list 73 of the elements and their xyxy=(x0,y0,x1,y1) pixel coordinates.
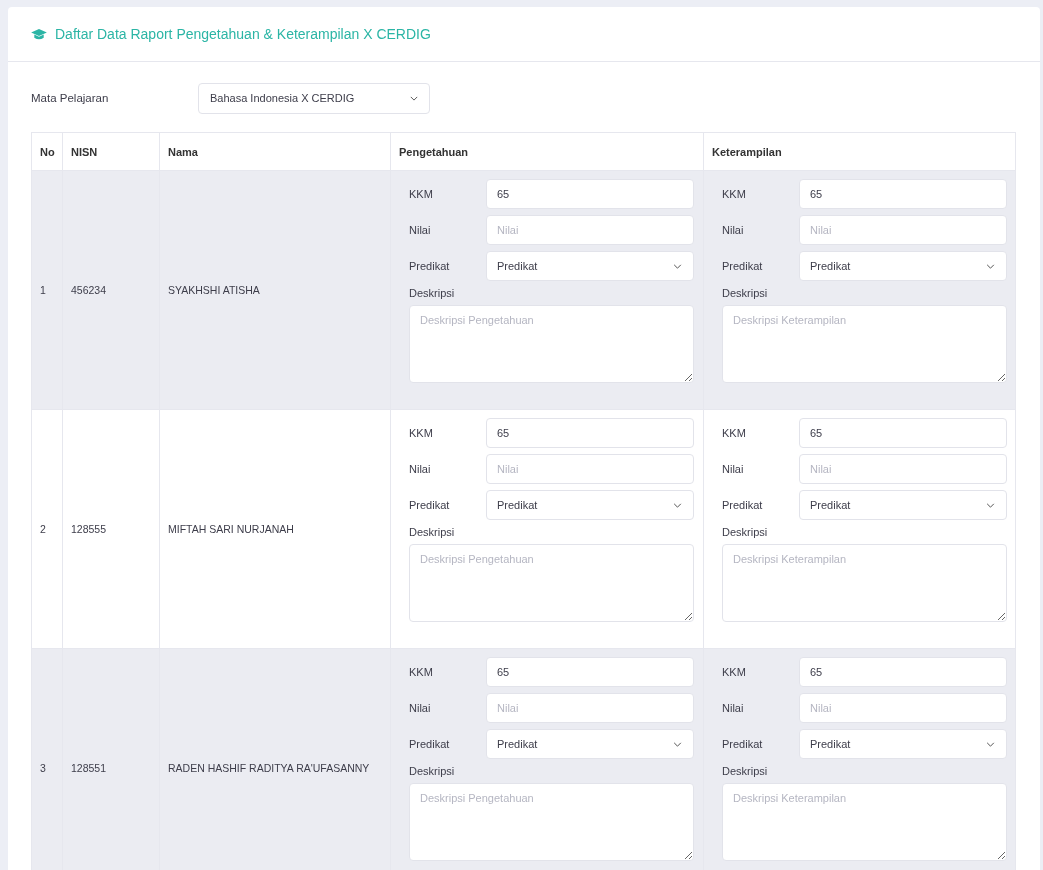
nilai-input[interactable]: Nilai xyxy=(799,215,1007,245)
nilai-input[interactable]: Nilai xyxy=(486,693,694,723)
field-label: Deskripsi xyxy=(722,287,769,299)
description-textarea[interactable]: Deskripsi Keterampilan xyxy=(722,783,1007,861)
predikat-select[interactable]: Predikat xyxy=(799,729,1007,759)
table-cell: RADEN HASHIF RADITYA RA'UFASANNY xyxy=(159,648,391,870)
column-header: No xyxy=(31,132,63,171)
card-title: Daftar Data Raport Pengetahuan & Keterampilan X CERDIG xyxy=(55,26,431,42)
field-label: Nilai xyxy=(409,463,432,475)
field-label: Deskripsi xyxy=(722,765,769,777)
predikat-select[interactable]: Predikat xyxy=(799,251,1007,281)
kkm-input[interactable]: 65 xyxy=(799,657,1007,687)
table-cell: 456234 xyxy=(62,170,160,410)
field-label: KKM xyxy=(409,666,434,678)
chevron-icon xyxy=(673,503,682,508)
field-label: KKM xyxy=(722,188,747,200)
field-label: KKM xyxy=(722,666,747,678)
description-textarea[interactable]: Deskripsi Pengetahuan xyxy=(409,544,694,622)
chevron-icon xyxy=(673,264,682,269)
field-label: KKM xyxy=(722,427,747,439)
nilai-input[interactable]: Nilai xyxy=(486,215,694,245)
subject-select[interactable]: Bahasa Indonesia X CERDIG xyxy=(198,82,430,114)
table-cell: 128551 xyxy=(62,648,160,870)
field-label: KKM xyxy=(409,427,434,439)
nilai-input[interactable]: Nilai xyxy=(799,693,1007,723)
chevron-icon xyxy=(986,503,995,508)
table-cell: 128555 xyxy=(62,409,160,649)
graduation-cap-icon xyxy=(31,28,47,40)
field-label: Predikat xyxy=(722,260,764,272)
field-label: Predikat xyxy=(409,738,451,750)
field-label: Nilai xyxy=(409,702,432,714)
field-label: Nilai xyxy=(722,463,745,475)
field-label: Nilai xyxy=(722,224,745,236)
field-label: Predikat xyxy=(409,260,451,272)
field-label: Predikat xyxy=(722,738,764,750)
table-cell: MIFTAH SARI NURJANAH xyxy=(159,409,391,649)
kkm-input[interactable]: 65 xyxy=(799,179,1007,209)
field-label: Deskripsi xyxy=(409,765,456,777)
predikat-select[interactable]: Predikat xyxy=(486,490,694,520)
field-label: Nilai xyxy=(409,224,432,236)
table-cell: 1 xyxy=(31,170,63,410)
field-label: Mata Pelajaran xyxy=(31,92,110,104)
column-header: Pengetahuan xyxy=(390,132,704,171)
kkm-input[interactable]: 65 xyxy=(486,418,694,448)
description-textarea[interactable]: Deskripsi Pengetahuan xyxy=(409,305,694,383)
kkm-input[interactable]: 65 xyxy=(486,179,694,209)
field-label: Predikat xyxy=(722,499,764,511)
predikat-select[interactable]: Predikat xyxy=(486,251,694,281)
table-cell: 2 xyxy=(31,409,63,649)
field-label: Nilai xyxy=(722,702,745,714)
nilai-input[interactable]: Nilai xyxy=(799,454,1007,484)
nilai-input[interactable]: Nilai xyxy=(486,454,694,484)
field-label: Predikat xyxy=(409,499,451,511)
chevron-icon xyxy=(986,264,995,269)
column-header: Keterampilan xyxy=(703,132,1016,171)
chevron-icon xyxy=(986,742,995,747)
field-label: KKM xyxy=(409,188,434,200)
predikat-select[interactable]: Predikat xyxy=(799,490,1007,520)
field-label: Deskripsi xyxy=(409,526,456,538)
field-label: Deskripsi xyxy=(409,287,456,299)
kkm-input[interactable]: 65 xyxy=(799,418,1007,448)
description-textarea[interactable]: Deskripsi Keterampilan xyxy=(722,544,1007,622)
field-label: Deskripsi xyxy=(722,526,769,538)
column-header: Nama xyxy=(159,132,391,171)
table-cell: 3 xyxy=(31,648,63,870)
predikat-select[interactable]: Predikat xyxy=(486,729,694,759)
chevron-icon xyxy=(673,742,682,747)
table-cell: SYAKHSHI ATISHA xyxy=(159,170,391,410)
description-textarea[interactable]: Deskripsi Keterampilan xyxy=(722,305,1007,383)
column-header: NISN xyxy=(62,132,160,171)
description-textarea[interactable]: Deskripsi Pengetahuan xyxy=(409,783,694,861)
chevron-icon xyxy=(410,96,418,101)
kkm-input[interactable]: 65 xyxy=(486,657,694,687)
